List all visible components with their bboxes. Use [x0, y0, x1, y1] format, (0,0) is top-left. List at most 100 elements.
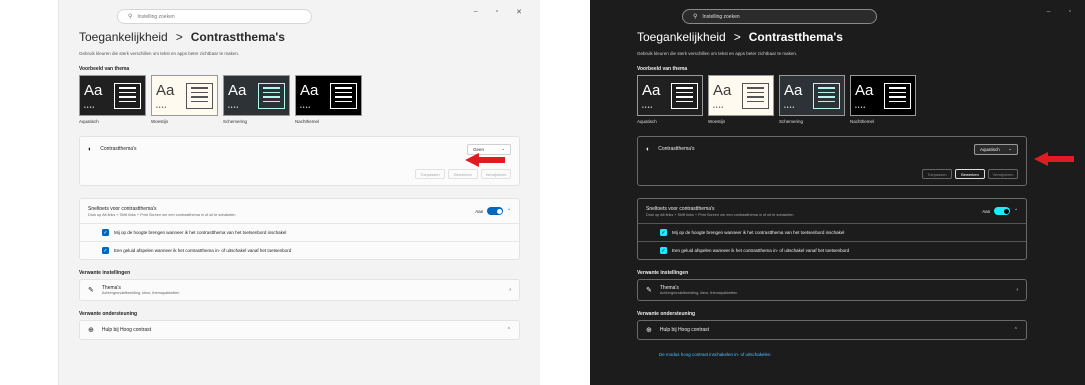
theme-sample-text: Aa	[855, 82, 874, 99]
breadcrumb: Toegankelijkheid > Contrastthema's	[637, 30, 1027, 46]
search-box[interactable]: ⚲ Instelling zoeken	[682, 9, 877, 24]
color-dots: ●●●●	[228, 105, 240, 109]
color-dots: ●●●●	[156, 105, 168, 109]
theme-preview-dusk[interactable]: Aa ●●●●	[223, 75, 290, 116]
edit-button[interactable]: Bewerken	[448, 169, 478, 179]
theme-preview-desert[interactable]: Aa ●●●●	[151, 75, 218, 116]
sound-option[interactable]: ✓ Een geluid afspelen wanneer ik het con…	[638, 241, 1026, 259]
shortcut-card: Sneltoets voor contrastthema's Druk op A…	[79, 198, 520, 260]
theme-name: Schemering	[779, 119, 804, 124]
color-dots: ●●●●	[855, 105, 867, 109]
theme-sample-text: Aa	[300, 82, 319, 99]
themes-link-card[interactable]: ✎ Thema's Achtergrondafbeelding, kleur, …	[79, 279, 520, 301]
color-dots: ●●●●	[300, 105, 312, 109]
apply-button[interactable]: Toepassen	[415, 169, 445, 179]
theme-previews: Aa ●●●● Aquatisch Aa ●●●● Woestijn Aa ●●…	[637, 75, 1027, 124]
breadcrumb-parent[interactable]: Toegankelijkheid	[79, 30, 168, 44]
apply-button[interactable]: Toepassen	[922, 169, 952, 179]
checkmark-icon[interactable]: ✓	[660, 229, 667, 236]
minimize-button[interactable]: –	[1047, 8, 1051, 15]
shortcut-card: Sneltoets voor contrastthema's Druk op A…	[637, 198, 1027, 260]
help-card[interactable]: ⊕ Hulp bij Hoog contrast ⌃	[79, 320, 520, 340]
theme-preview-night-sky[interactable]: Aa ●●●●	[295, 75, 362, 116]
contrast-theme-dropdown[interactable]: Aquatisch ⌄	[974, 143, 1018, 155]
help-card[interactable]: ⊕ Hulp bij Hoog contrast ⌃	[637, 320, 1027, 340]
related-settings-title: Verwante instellingen	[637, 270, 689, 276]
color-dots: ●●●●	[713, 105, 725, 109]
themes-link-card[interactable]: ✎ Thema's Achtergrondafbeelding, kleur, …	[637, 279, 1027, 301]
theme-sample-text: Aa	[713, 82, 732, 99]
window-preview-icon	[671, 83, 698, 109]
globe-icon: ⊕	[88, 327, 94, 334]
breadcrumb: Toegankelijkheid > Contrastthema's	[79, 30, 520, 46]
help-item-title: Hulp bij Hoog contrast	[659, 327, 710, 333]
search-box[interactable]: ⚲ Instelling zoeken	[117, 9, 312, 24]
breadcrumb-separator: >	[175, 30, 183, 44]
preview-section-title: Voorbeeld van thema	[79, 66, 130, 72]
checkmark-icon[interactable]: ✓	[660, 247, 667, 254]
shortcut-toggle[interactable]	[994, 207, 1011, 215]
contrast-theme-label: Contrastthema's	[100, 146, 137, 152]
checkmark-icon[interactable]: ✓	[102, 247, 109, 254]
contrast-theme-card: ◐ Contrastthema's Aquatisch ⌄ Toepassen …	[637, 136, 1027, 186]
contrast-theme-label: Contrastthema's	[658, 146, 695, 152]
globe-icon: ⊕	[646, 327, 652, 334]
dropdown-value: Aquatisch	[980, 146, 1000, 152]
sound-option[interactable]: ✓ Een geluid afspelen wanneer ik het con…	[80, 241, 519, 259]
theme-preview-aquatic[interactable]: Aa ●●●●	[79, 75, 146, 116]
red-arrow-icon	[465, 153, 505, 167]
theme-name: Nachthemel	[850, 119, 875, 124]
notify-option-label: Mij op de hoogte brengen wanneer ik het …	[114, 230, 287, 235]
settings-window: ⚲ Instelling zoeken – ▫ ✕ Toegankelijkhe…	[58, 0, 540, 385]
edit-button[interactable]: Bewerken	[955, 169, 985, 179]
delete-button[interactable]: Verwijderen	[481, 169, 511, 179]
chevron-down-icon: ⌄	[501, 146, 505, 151]
contrast-icon: ◐	[88, 145, 93, 153]
theme-sample-text: Aa	[642, 82, 661, 99]
window-preview-icon	[813, 83, 840, 109]
window-preview-icon	[186, 83, 213, 109]
theme-preview-night-sky[interactable]: Aa ●●●●	[850, 75, 916, 116]
chevron-up-icon[interactable]: ⌃	[507, 208, 511, 214]
chevron-down-icon: ⌄	[1008, 146, 1012, 151]
main-content: Toegankelijkheid > Contrastthema's Gebru…	[637, 30, 1027, 357]
chevron-right-icon: ›	[1016, 287, 1018, 293]
theme-preview-aquatic[interactable]: Aa ●●●●	[637, 75, 703, 116]
window-controls: – ▫	[1047, 8, 1071, 15]
search-placeholder: Instelling zoeken	[702, 13, 740, 20]
light-settings-screenshot: ⚲ Instelling zoeken – ▫ ✕ Toegankelijkhe…	[0, 0, 540, 385]
theme-preview-dusk[interactable]: Aa ●●●●	[779, 75, 845, 116]
page-title: Contrastthema's	[190, 30, 285, 44]
search-placeholder: Instelling zoeken	[137, 13, 175, 20]
window-controls: – ▫ ✕	[474, 8, 522, 16]
theme-name: Schemering	[223, 119, 248, 124]
notify-option[interactable]: ✓ Mij op de hoogte brengen wanneer ik he…	[638, 223, 1026, 241]
theme-name: Woestijn	[708, 119, 726, 124]
preview-section-title: Voorbeeld van thema	[637, 66, 688, 72]
minimize-button[interactable]: –	[474, 8, 478, 16]
search-icon: ⚲	[693, 14, 698, 20]
shortcut-title: Sneltoets voor contrastthema's	[88, 205, 157, 212]
page-description: Gebruik kleuren die sterk verschillen om…	[637, 51, 798, 56]
delete-button[interactable]: Verwijderen	[988, 169, 1018, 179]
checkmark-icon[interactable]: ✓	[102, 229, 109, 236]
help-link[interactable]: De modus hoog contrast inschakelen in- o…	[637, 352, 1027, 357]
dropdown-value: Geen	[473, 146, 485, 152]
related-settings-title: Verwante instellingen	[79, 270, 131, 276]
toggle-label: Aan	[475, 208, 484, 214]
brush-icon: ✎	[88, 287, 94, 294]
theme-sample-text: Aa	[84, 82, 103, 99]
chevron-up-icon[interactable]: ⌃	[1014, 208, 1018, 214]
close-button[interactable]: ✕	[516, 8, 522, 16]
chevron-right-icon: ›	[509, 287, 511, 293]
maximize-button[interactable]: ▫	[496, 8, 498, 16]
sound-option-label: Een geluid afspelen wanneer ik het contr…	[672, 248, 850, 253]
theme-previews: Aa ●●●● Aquatisch Aa ●●●● Woestijn Aa ●●…	[79, 75, 520, 124]
theme-preview-desert[interactable]: Aa ●●●●	[708, 75, 774, 116]
search-icon: ⚲	[128, 14, 133, 20]
maximize-button[interactable]: ▫	[1069, 8, 1071, 15]
shortcut-toggle[interactable]	[487, 207, 504, 215]
brush-icon: ✎	[646, 287, 652, 294]
notify-option[interactable]: ✓ Mij op de hoogte brengen wanneer ik he…	[80, 223, 519, 241]
breadcrumb-parent[interactable]: Toegankelijkheid	[637, 30, 726, 44]
